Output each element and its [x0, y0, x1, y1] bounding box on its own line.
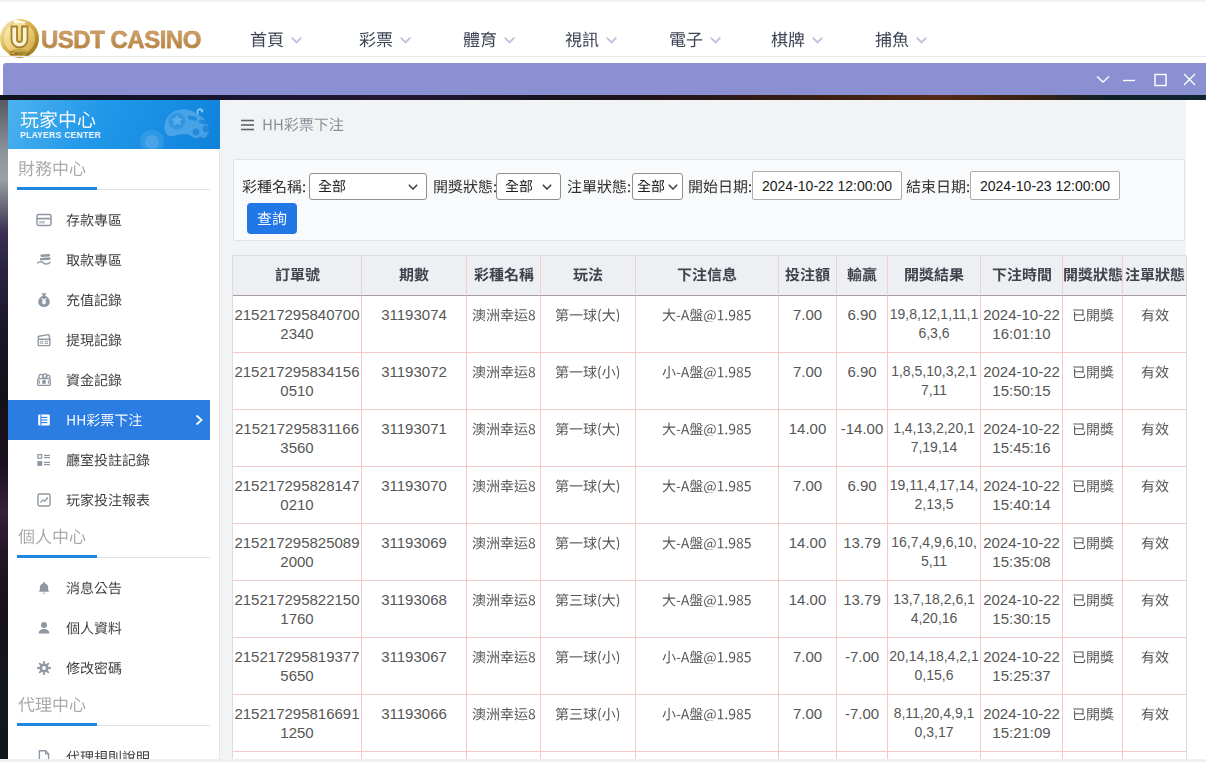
svg-text:Casino: Casino — [10, 49, 30, 56]
